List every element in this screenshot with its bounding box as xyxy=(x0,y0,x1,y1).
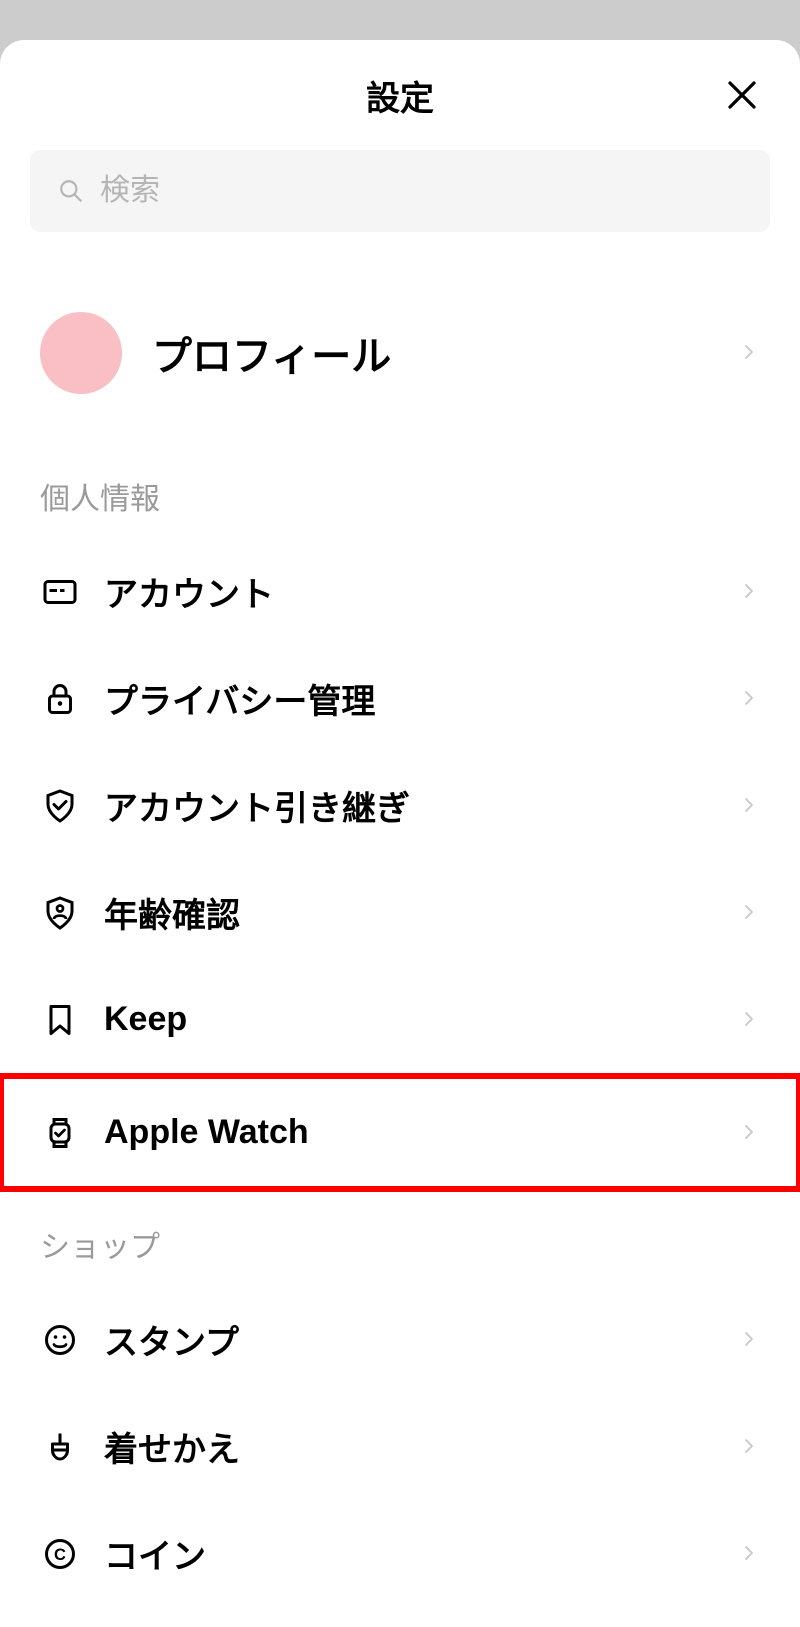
chevron-right-icon xyxy=(740,582,760,602)
lock-icon xyxy=(40,679,80,719)
id-card-icon xyxy=(40,572,80,612)
avatar xyxy=(40,312,122,394)
page-title: 設定 xyxy=(366,71,434,120)
search-icon xyxy=(58,178,84,204)
row-label: アカウント xyxy=(104,567,740,616)
row-label: スタンプ xyxy=(104,1315,740,1364)
chevron-right-icon xyxy=(740,343,760,363)
search-bar[interactable] xyxy=(30,150,770,232)
chevron-right-icon xyxy=(740,1544,760,1564)
chevron-right-icon xyxy=(740,796,760,816)
shield-check-icon xyxy=(40,786,80,826)
row-apple-watch[interactable]: Apple Watch xyxy=(4,1079,796,1186)
chevron-right-icon xyxy=(740,903,760,923)
smile-icon xyxy=(40,1320,80,1360)
row-privacy[interactable]: プライバシー管理 xyxy=(0,645,800,752)
search-input[interactable] xyxy=(100,174,742,208)
row-themes[interactable]: 着せかえ xyxy=(0,1393,800,1500)
row-coins[interactable]: C コイン xyxy=(0,1500,800,1607)
row-transfer[interactable]: アカウント引き継ぎ xyxy=(0,752,800,859)
row-keep[interactable]: Keep xyxy=(0,966,800,1073)
row-label: プライバシー管理 xyxy=(104,674,740,723)
watch-icon xyxy=(40,1113,80,1153)
coin-icon: C xyxy=(40,1534,80,1574)
shield-person-icon xyxy=(40,893,80,933)
paint-bucket-icon xyxy=(40,1427,80,1467)
row-account[interactable]: アカウント xyxy=(0,538,800,645)
profile-row[interactable]: プロフィール xyxy=(0,262,800,444)
row-label: Keep xyxy=(104,1000,740,1039)
bookmark-icon xyxy=(40,1000,80,1040)
chevron-right-icon xyxy=(740,1123,760,1143)
close-icon xyxy=(724,77,760,113)
row-label: Apple Watch xyxy=(104,1113,740,1152)
chevron-right-icon xyxy=(740,689,760,709)
settings-sheet: 設定 プロフィール 個人情報 アカウント プライバシー管理 アカウ xyxy=(0,40,800,1627)
chevron-right-icon xyxy=(740,1437,760,1457)
section-header-shop: ショップ xyxy=(0,1192,800,1286)
row-stamps[interactable]: スタンプ xyxy=(0,1286,800,1393)
chevron-right-icon xyxy=(740,1010,760,1030)
row-label: アカウント引き継ぎ xyxy=(104,781,740,830)
row-label: コイン xyxy=(104,1529,740,1578)
row-label: 年齢確認 xyxy=(104,888,740,937)
highlighted-row-wrapper: Apple Watch xyxy=(0,1073,800,1192)
section-header-personal: 個人情報 xyxy=(0,444,800,538)
row-label: 着せかえ xyxy=(104,1422,740,1471)
row-age-verify[interactable]: 年齢確認 xyxy=(0,859,800,966)
chevron-right-icon xyxy=(740,1330,760,1350)
profile-label: プロフィール xyxy=(152,324,740,382)
svg-text:C: C xyxy=(54,1546,66,1564)
close-button[interactable] xyxy=(720,73,764,117)
header: 設定 xyxy=(0,40,800,150)
